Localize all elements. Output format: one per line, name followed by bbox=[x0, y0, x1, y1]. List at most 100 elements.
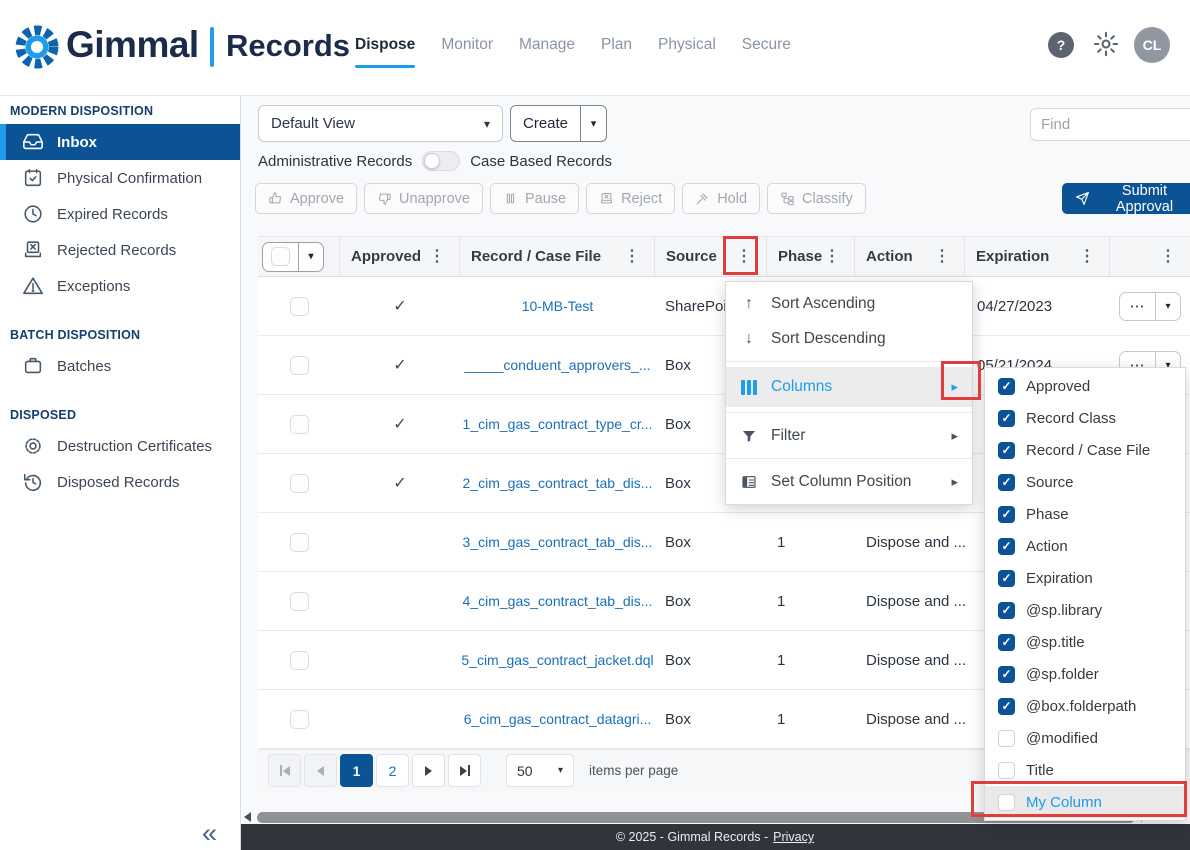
page-size-select[interactable]: 50 ▾ bbox=[506, 754, 574, 787]
submenu-item-phase[interactable]: Phase bbox=[985, 498, 1185, 530]
nav-plan[interactable]: Plan bbox=[601, 36, 632, 54]
submit-approval-button[interactable]: Submit Approval bbox=[1062, 183, 1190, 214]
column-menu-icon-source[interactable]: ⋮ bbox=[736, 249, 766, 265]
find-input[interactable] bbox=[1030, 108, 1190, 141]
record-link[interactable]: 10-MB-Test bbox=[522, 298, 594, 314]
checkbox[interactable] bbox=[998, 698, 1015, 715]
checkbox[interactable] bbox=[998, 538, 1015, 555]
column-menu-icon[interactable]: ⋮ bbox=[429, 249, 459, 265]
record-link[interactable]: 5_cim_gas_contract_jacket.dql bbox=[461, 652, 653, 668]
create-button[interactable]: Create bbox=[511, 106, 580, 141]
row-checkbox[interactable] bbox=[290, 415, 309, 434]
submenu-item-title[interactable]: Title bbox=[985, 754, 1185, 786]
menu-item-sort-descending[interactable]: ↓ Sort Descending bbox=[726, 321, 972, 356]
select-all-split-button[interactable]: ▾ bbox=[262, 242, 324, 272]
nav-secure[interactable]: Secure bbox=[742, 36, 791, 54]
sidebar-item-exceptions[interactable]: Exceptions bbox=[0, 268, 240, 304]
checkbox[interactable] bbox=[998, 634, 1015, 651]
help-icon[interactable]: ? bbox=[1048, 32, 1074, 58]
sidebar-item-batches[interactable]: Batches bbox=[0, 348, 240, 384]
record-type-toggle[interactable] bbox=[422, 151, 460, 171]
row-actions-split-button[interactable]: ⋯▾ bbox=[1119, 292, 1181, 321]
row-checkbox[interactable] bbox=[290, 356, 309, 375]
record-link[interactable]: 6_cim_gas_contract_datagri... bbox=[464, 711, 652, 727]
privacy-link[interactable]: Privacy bbox=[773, 830, 814, 844]
submenu-item-box-folderpath[interactable]: @box.folderpath bbox=[985, 690, 1185, 722]
approve-button[interactable]: Approve bbox=[255, 183, 357, 214]
submenu-item-expiration[interactable]: Expiration bbox=[985, 562, 1185, 594]
sidebar-item-inbox[interactable]: Inbox bbox=[0, 124, 240, 160]
menu-item-columns[interactable]: Columns ▸ bbox=[726, 367, 972, 407]
submenu-item-approved[interactable]: Approved bbox=[985, 370, 1185, 402]
column-menu-icon[interactable]: ⋮ bbox=[934, 249, 964, 265]
submenu-item-sp-library[interactable]: @sp.library bbox=[985, 594, 1185, 626]
scroll-left-arrow-icon[interactable] bbox=[244, 812, 251, 822]
column-menu-icon[interactable]: ⋮ bbox=[1160, 249, 1190, 265]
create-dropdown-icon[interactable]: ▾ bbox=[580, 106, 606, 141]
submenu-item-record-case-file[interactable]: Record / Case File bbox=[985, 434, 1185, 466]
view-select[interactable]: Default View ▾ bbox=[258, 105, 503, 142]
last-page-button[interactable] bbox=[448, 754, 481, 787]
submenu-item-source[interactable]: Source bbox=[985, 466, 1185, 498]
submenu-item-sp-title[interactable]: @sp.title bbox=[985, 626, 1185, 658]
hold-button[interactable]: Hold bbox=[682, 183, 760, 214]
submenu-item-action[interactable]: Action bbox=[985, 530, 1185, 562]
page-button-2[interactable]: 2 bbox=[376, 754, 409, 787]
nav-physical[interactable]: Physical bbox=[658, 36, 716, 54]
checkbox[interactable] bbox=[998, 602, 1015, 619]
checkbox[interactable] bbox=[998, 474, 1015, 491]
checkbox[interactable] bbox=[998, 506, 1015, 523]
sidebar-item-physical-confirmation[interactable]: Physical Confirmation bbox=[0, 160, 240, 196]
checkbox[interactable] bbox=[998, 410, 1015, 427]
menu-item-filter[interactable]: Filter ▸ bbox=[726, 418, 972, 453]
create-split-button[interactable]: Create ▾ bbox=[510, 105, 607, 142]
record-link[interactable]: 1_cim_gas_contract_type_cr... bbox=[463, 416, 653, 432]
checkbox[interactable] bbox=[998, 794, 1015, 811]
column-menu-icon[interactable]: ⋮ bbox=[824, 249, 854, 265]
gear-icon[interactable] bbox=[1092, 30, 1120, 58]
sidebar-item-destruction-certificates[interactable]: Destruction Certificates bbox=[0, 428, 240, 464]
checkbox[interactable] bbox=[998, 570, 1015, 587]
submenu-item-modified[interactable]: @modified bbox=[985, 722, 1185, 754]
menu-item-sort-ascending[interactable]: ↑ Sort Ascending bbox=[726, 286, 972, 321]
pause-button[interactable]: Pause bbox=[490, 183, 579, 214]
submenu-item-my-column[interactable]: My Column bbox=[985, 786, 1185, 818]
sidebar-item-disposed-records[interactable]: Disposed Records bbox=[0, 464, 240, 500]
next-page-button[interactable] bbox=[412, 754, 445, 787]
chevron-down-icon[interactable]: ▾ bbox=[298, 243, 323, 271]
reject-button[interactable]: Reject bbox=[586, 183, 675, 214]
menu-item-set-column-position[interactable]: Set Column Position ▸ bbox=[726, 464, 972, 499]
record-link[interactable]: _____conduent_approvers_... bbox=[464, 357, 650, 373]
nav-manage[interactable]: Manage bbox=[519, 36, 575, 54]
column-menu-icon[interactable]: ⋮ bbox=[624, 249, 654, 265]
row-checkbox[interactable] bbox=[290, 710, 309, 729]
checkbox[interactable] bbox=[998, 378, 1015, 395]
unapprove-button[interactable]: Unapprove bbox=[364, 183, 483, 214]
sidebar-collapse-icon[interactable]: « bbox=[202, 818, 217, 849]
nav-monitor[interactable]: Monitor bbox=[441, 36, 493, 54]
chevron-down-icon[interactable]: ▾ bbox=[1155, 293, 1180, 320]
select-all-checkbox[interactable] bbox=[271, 247, 290, 266]
record-link[interactable]: 3_cim_gas_contract_tab_dis... bbox=[463, 534, 653, 550]
checkbox[interactable] bbox=[998, 666, 1015, 683]
previous-page-button[interactable] bbox=[304, 754, 337, 787]
row-actions-icon[interactable]: ⋯ bbox=[1120, 293, 1155, 320]
submenu-item-record-class[interactable]: Record Class bbox=[985, 402, 1185, 434]
checkbox[interactable] bbox=[998, 762, 1015, 779]
page-button-1[interactable]: 1 bbox=[340, 754, 373, 787]
column-menu-icon[interactable]: ⋮ bbox=[1079, 249, 1109, 265]
user-avatar[interactable]: CL bbox=[1134, 27, 1170, 63]
row-checkbox[interactable] bbox=[290, 651, 309, 670]
row-checkbox[interactable] bbox=[290, 474, 309, 493]
first-page-button[interactable] bbox=[268, 754, 301, 787]
checkbox[interactable] bbox=[998, 730, 1015, 747]
sidebar-item-rejected-records[interactable]: Rejected Records bbox=[0, 232, 240, 268]
record-link[interactable]: 2_cim_gas_contract_tab_dis... bbox=[463, 475, 653, 491]
row-checkbox[interactable] bbox=[290, 297, 309, 316]
checkbox[interactable] bbox=[998, 442, 1015, 459]
row-checkbox[interactable] bbox=[290, 533, 309, 552]
record-link[interactable]: 4_cim_gas_contract_tab_dis... bbox=[463, 593, 653, 609]
row-checkbox[interactable] bbox=[290, 592, 309, 611]
sidebar-item-expired-records[interactable]: Expired Records bbox=[0, 196, 240, 232]
nav-dispose[interactable]: Dispose bbox=[355, 36, 415, 54]
